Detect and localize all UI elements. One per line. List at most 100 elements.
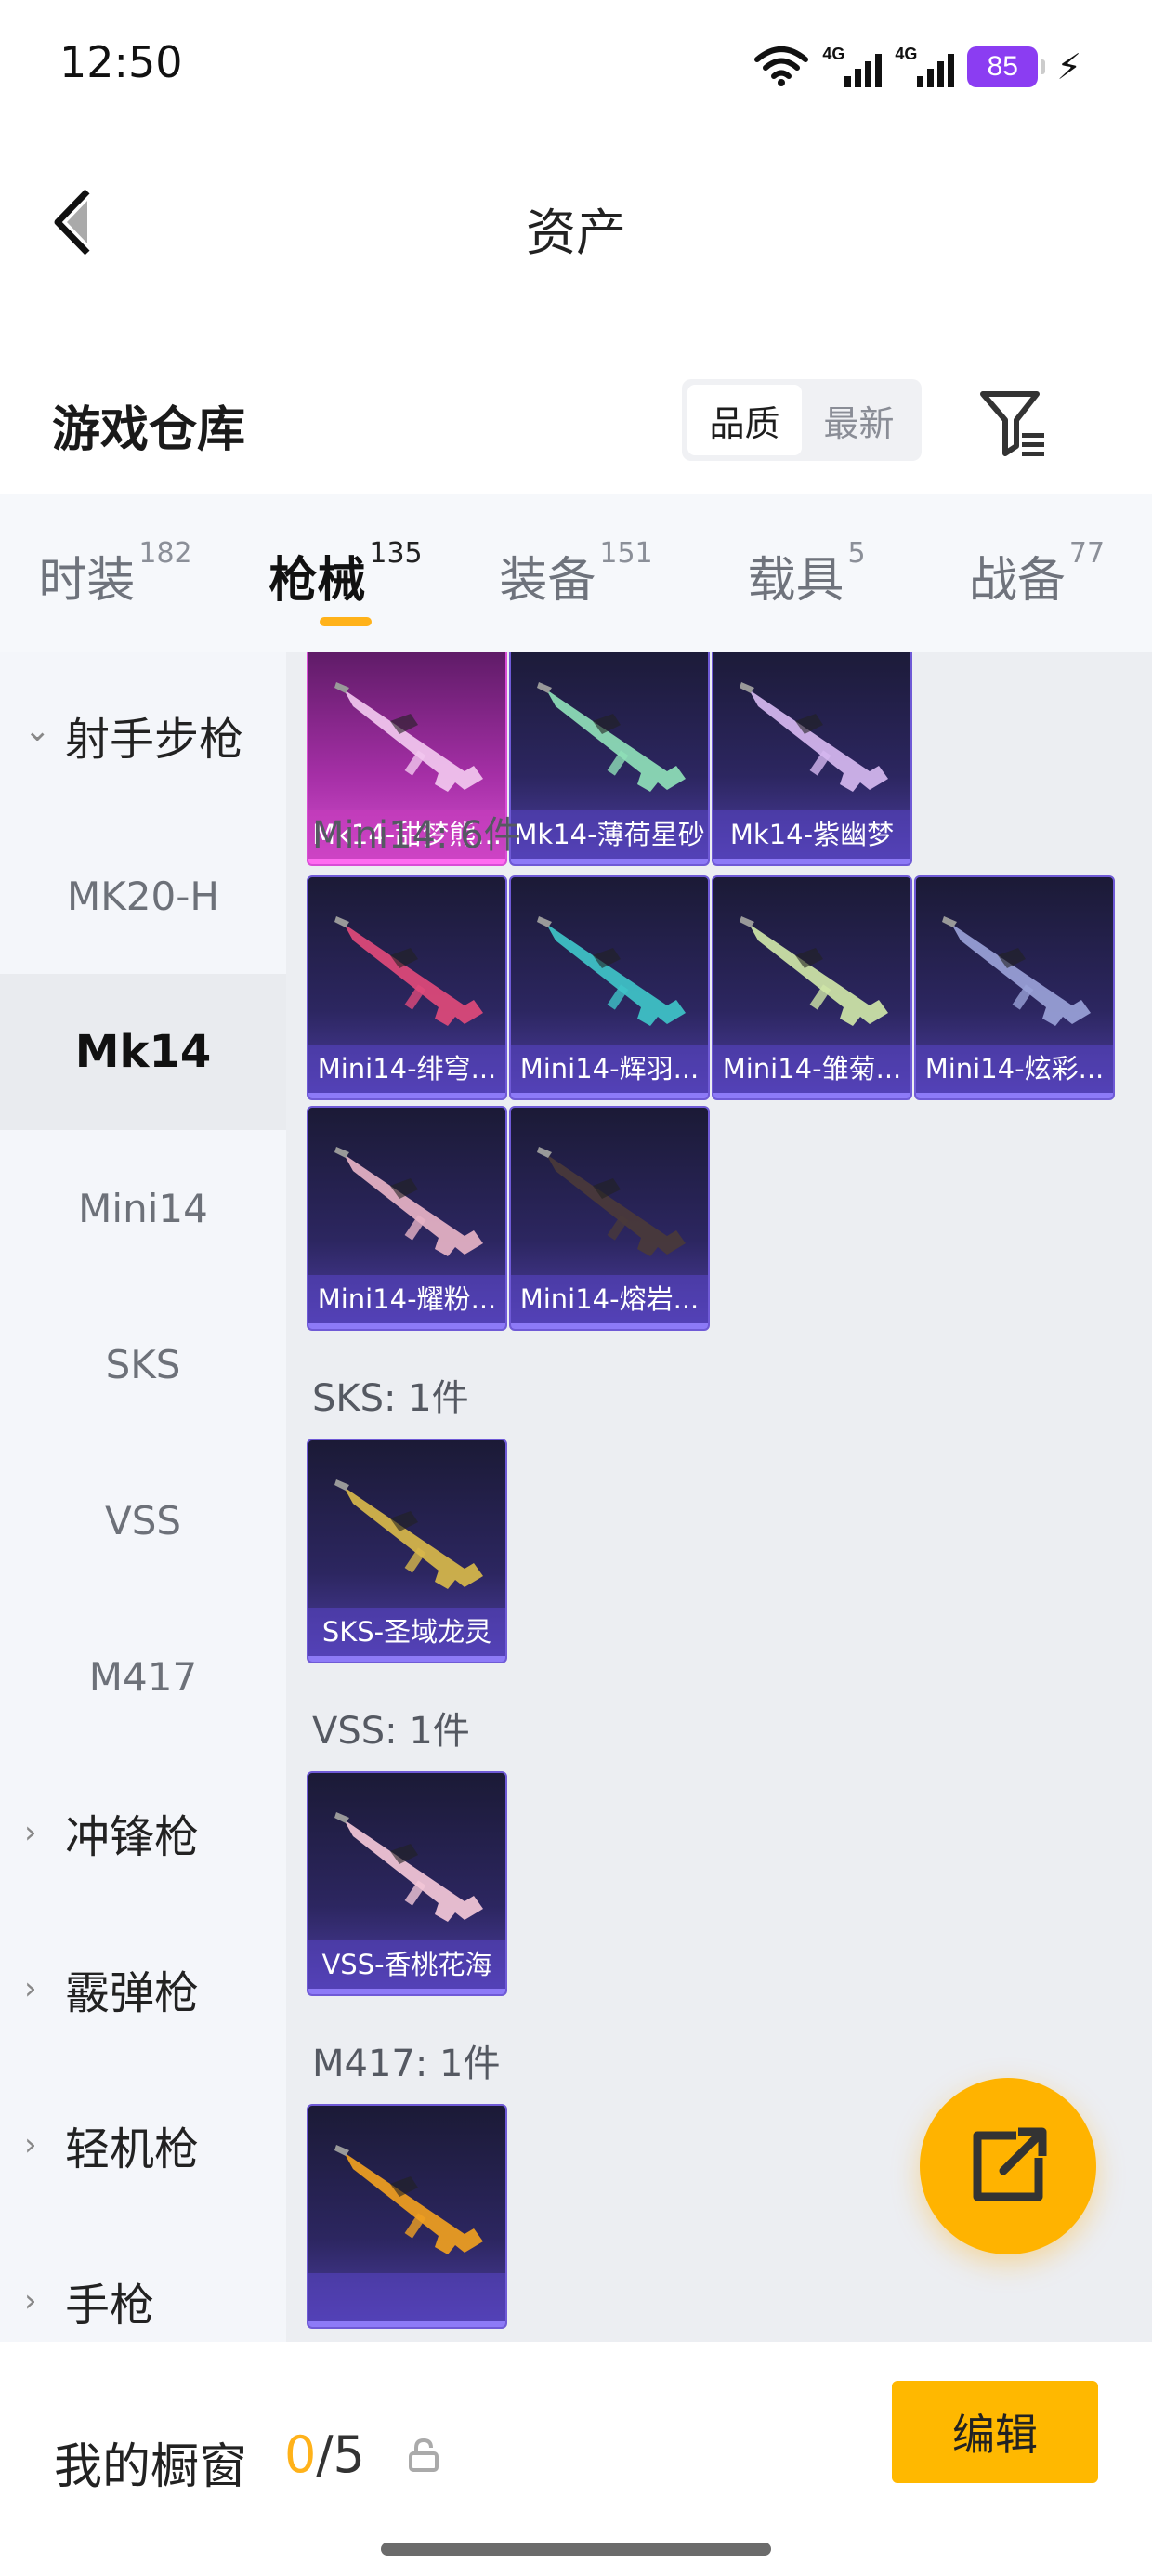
tab-label: 枪械: [268, 553, 366, 609]
side-item-label: Mk14: [74, 1026, 212, 1078]
weapon-skin-card[interactable]: Mk14-紫幽梦: [712, 652, 912, 866]
side-item-label: 手枪: [65, 2280, 155, 2332]
tab-label: 装备: [499, 553, 596, 609]
tab-fashion[interactable]: 时装 182: [0, 494, 230, 652]
weapon-skin-card[interactable]: Mini14-耀粉...: [307, 1106, 507, 1331]
edit-button[interactable]: 编辑: [892, 2381, 1098, 2483]
weapon-image-icon: [537, 916, 686, 1026]
section-title: Mini14: 6件: [312, 814, 521, 857]
cell-signal-icon: 4G: [822, 45, 883, 89]
section-title: M417: 1件: [312, 2043, 501, 2085]
side-group-shotgun[interactable]: › 霰弹枪: [0, 1911, 286, 2067]
tab-underline: [320, 617, 372, 626]
side-item-m417[interactable]: M417: [0, 1598, 286, 1755]
weapon-image-icon: [334, 1147, 483, 1256]
side-item-label: 冲锋枪: [65, 1811, 200, 1863]
home-indicator: [381, 2543, 771, 2556]
weapon-skin-name: [308, 2273, 505, 2321]
side-item-label: Mini14: [78, 1185, 208, 1231]
weapon-image-icon: [334, 1479, 483, 1589]
status-icons: 4G 4G 85 ⚡: [753, 41, 1081, 93]
sort-option-quality[interactable]: 品质: [687, 385, 802, 455]
charging-icon: ⚡: [1056, 46, 1081, 87]
sort-option-newest[interactable]: 最新: [802, 385, 916, 455]
side-item-label: SKS: [105, 1341, 181, 1387]
page-title: 资产: [526, 204, 626, 262]
wifi-icon: [753, 43, 809, 91]
chevron-right-icon: ›: [24, 1814, 37, 1851]
side-item-sks[interactable]: SKS: [0, 1286, 286, 1442]
tab-equipment[interactable]: 装备 151: [461, 494, 691, 652]
weapon-skin-name: Mk14-薄荷星砂: [511, 810, 708, 859]
tab-vehicles[interactable]: 载具 5: [691, 494, 922, 652]
showcase-current: 0: [284, 2425, 317, 2484]
side-item-label: 霰弹枪: [65, 1967, 200, 2019]
weapon-image-icon: [942, 916, 1091, 1026]
weapon-skin-card[interactable]: Mini14-熔岩...: [509, 1106, 710, 1331]
side-item-mk20h[interactable]: MK20-H: [0, 818, 286, 974]
tab-firearms[interactable]: 枪械 135: [230, 494, 461, 652]
weapon-skin-card[interactable]: VSS-香桃花海: [307, 1771, 507, 1996]
tab-count: 135: [369, 537, 423, 570]
showcase-count: 0/5: [284, 2425, 365, 2484]
side-group-marksman-rifle[interactable]: ⌄ 射手步枪: [0, 652, 286, 818]
warehouse-title: 游戏仓库: [52, 402, 246, 458]
chevron-down-icon: ⌄: [24, 712, 51, 749]
weapon-skin-name: Mini14-熔岩...: [511, 1275, 708, 1323]
weapon-skin-card[interactable]: SKS-圣域龙灵: [307, 1439, 507, 1663]
battery-indicator: 85: [967, 46, 1046, 87]
rarity-stripe: [713, 1093, 910, 1098]
rarity-stripe: [511, 1093, 708, 1098]
side-group-lmg[interactable]: › 轻机枪: [0, 2067, 286, 2223]
weapon-skin-card[interactable]: Mk14-薄荷星砂: [509, 652, 710, 866]
network-type-label: 4G: [895, 45, 918, 63]
network-type-label: 4G: [822, 45, 845, 63]
weapon-image-icon: [740, 682, 888, 792]
rarity-stripe: [511, 1323, 708, 1329]
weapon-skin-card[interactable]: [307, 2104, 507, 2329]
filter-button[interactable]: [977, 387, 1052, 461]
side-item-mk14[interactable]: Mk14: [0, 974, 286, 1130]
tab-label: 载具: [747, 553, 844, 609]
weapon-skin-card[interactable]: Mini14-辉羽...: [509, 875, 710, 1100]
side-group-smg[interactable]: › 冲锋枪: [0, 1755, 286, 1911]
rarity-stripe: [916, 1093, 1113, 1098]
side-item-label: 射手步枪: [65, 714, 244, 766]
tab-label: 时装: [38, 553, 136, 609]
rarity-stripe: [308, 1989, 505, 1994]
showcase-total: /5: [316, 2425, 365, 2484]
tab-combat-gear[interactable]: 战备 77: [922, 494, 1152, 652]
weapon-image-icon: [334, 1812, 483, 1922]
lock-icon: [405, 2437, 442, 2474]
weapon-skin-name: Mini14-耀粉...: [308, 1275, 505, 1323]
section-title: SKS: 1件: [312, 1377, 469, 1420]
weapon-skin-name: Mini14-雏菊...: [713, 1045, 910, 1093]
weapon-image-icon: [537, 1147, 686, 1256]
weapon-image-icon: [740, 916, 888, 1026]
side-item-label: VSS: [104, 1497, 182, 1544]
warehouse-header: 游戏仓库 品质 最新: [0, 353, 1152, 493]
tab-count: 77: [1068, 537, 1106, 570]
side-item-vss[interactable]: VSS: [0, 1442, 286, 1598]
share-button[interactable]: [920, 2078, 1096, 2254]
weapon-skin-name: Mini14-炫彩...: [916, 1045, 1113, 1093]
weapon-skin-card[interactable]: Mini14-炫彩...: [914, 875, 1115, 1100]
side-item-mini14[interactable]: Mini14: [0, 1130, 286, 1286]
weapon-skin-card[interactable]: Mini14-绯穹...: [307, 875, 507, 1100]
side-item-label: 轻机枪: [65, 2123, 200, 2175]
sort-toggle: 品质 最新: [682, 379, 922, 461]
rarity-stripe: [308, 2321, 505, 2327]
weapon-skin-name: Mk14-紫幽梦: [713, 810, 910, 859]
weapon-skin-name: SKS-圣域龙灵: [308, 1608, 505, 1656]
tab-label: 战备: [968, 553, 1066, 609]
status-bar: 12:50 4G 4G 85 ⚡: [0, 0, 1152, 139]
side-group-pistol[interactable]: › 手枪: [0, 2223, 286, 2342]
showcase-label: 我的橱窗: [54, 2439, 248, 2495]
weapon-skin-card[interactable]: Mini14-雏菊...: [712, 875, 912, 1100]
chevron-right-icon: ›: [24, 1970, 37, 2007]
rarity-stripe: [713, 859, 910, 864]
weapon-image-icon: [334, 2145, 483, 2254]
rarity-stripe: [308, 859, 505, 864]
rarity-stripe: [511, 859, 708, 864]
cell-signal-icon: 4G: [895, 45, 955, 89]
